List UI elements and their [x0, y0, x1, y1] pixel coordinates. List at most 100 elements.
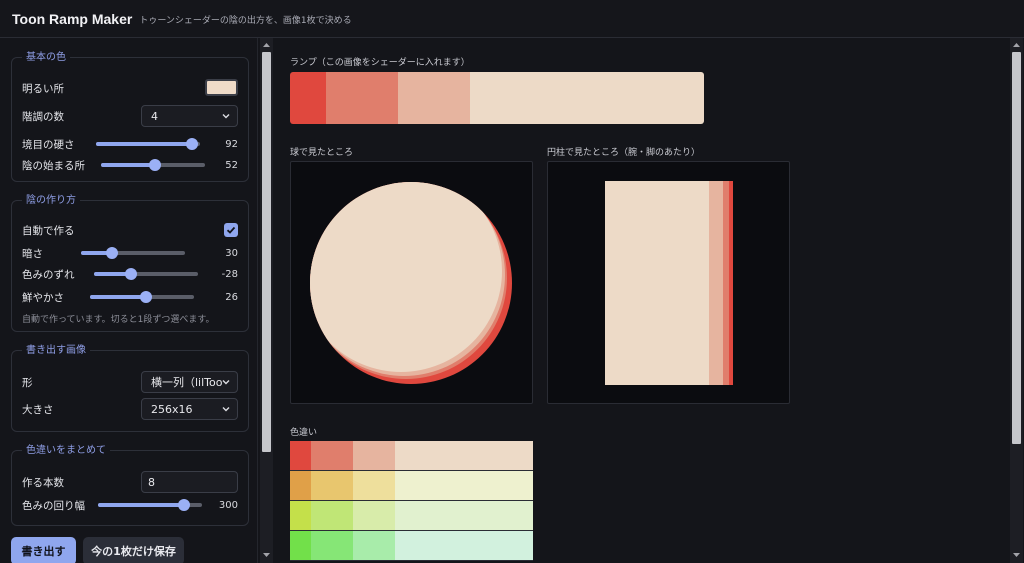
- main-preview: ランプ（この画像をシェーダーに入れます） 球で見たところ 円柱で見たところ（腕・…: [274, 38, 1010, 563]
- chevron-down-icon: [222, 380, 230, 385]
- variant-step: [395, 441, 533, 470]
- highlight-label: 明るい所: [22, 82, 64, 95]
- hue-shift-slider[interactable]: [94, 268, 198, 280]
- steps-label: 階調の数: [22, 110, 64, 123]
- cylinder-caption: 円柱で見たところ（腕・脚のあたり）: [547, 148, 701, 158]
- ramp-step: [290, 72, 326, 124]
- scroll-up-icon[interactable]: [1013, 42, 1020, 48]
- variant-row: [290, 441, 533, 471]
- hardness-label: 境目の硬さ: [22, 138, 75, 151]
- darkness-row: 暗さ 30: [22, 246, 238, 260]
- sidebar-scrollbar[interactable]: [260, 38, 273, 563]
- section-title: 書き出す画像: [22, 344, 90, 357]
- count-row: 作る本数 8: [22, 471, 238, 493]
- variant-step: [353, 501, 395, 530]
- highlight-row: 明るい所: [22, 79, 238, 96]
- ramp-preview: [290, 72, 704, 124]
- saturation-slider[interactable]: [90, 291, 194, 303]
- hue-range-value: 300: [218, 499, 238, 511]
- variant-step: [290, 501, 311, 530]
- hue-range-row: 色みの回り幅 300: [22, 498, 238, 512]
- steps-row: 階調の数 4: [22, 105, 238, 127]
- size-select[interactable]: 256x16: [141, 398, 238, 420]
- hardness-slider[interactable]: [96, 138, 200, 150]
- sphere-caption: 球で見たところ: [290, 148, 354, 158]
- variant-step: [353, 531, 395, 560]
- hue-range-slider[interactable]: [98, 499, 202, 511]
- variant-step: [290, 441, 311, 470]
- variant-step: [353, 441, 395, 470]
- darkness-value: 30: [225, 247, 238, 259]
- shadow-start-value: 52: [225, 159, 238, 171]
- ramp-step: [470, 72, 704, 124]
- hardness-value: 92: [225, 138, 238, 150]
- section-base-color: 基本の色 明るい所 階調の数 4 境目の硬さ 92 陰の始まる所 52: [11, 51, 249, 182]
- cylinder-preview: [547, 161, 790, 404]
- hue-range-label: 色みの回り幅: [22, 499, 85, 512]
- hue-shift-value: -28: [221, 268, 238, 280]
- shadow-start-row: 陰の始まる所 52: [22, 158, 238, 172]
- variant-step: [353, 471, 395, 500]
- darkness-slider[interactable]: [81, 247, 185, 259]
- variant-step: [311, 471, 353, 500]
- variant-row: [290, 471, 533, 501]
- scroll-thumb[interactable]: [262, 52, 271, 452]
- hue-shift-row: 色みのずれ -28: [22, 267, 238, 281]
- ramp-step: [326, 72, 398, 124]
- variant-row: [290, 531, 533, 561]
- darkness-label: 暗さ: [22, 247, 43, 260]
- app-subtitle: トゥーンシェーダーの陰の出方を、画像1枚で決める: [139, 16, 352, 26]
- hardness-row: 境目の硬さ 92: [22, 137, 238, 151]
- variant-step: [290, 531, 311, 560]
- variant-step: [395, 531, 533, 560]
- highlight-color-swatch[interactable]: [205, 79, 238, 96]
- auto-row: 自動で作る: [22, 223, 238, 237]
- section-shadow: 陰の作り方 自動で作る 暗さ 30 色みのずれ -28 鮮やかさ 26 自動で作…: [11, 194, 249, 332]
- main-scrollbar[interactable]: [1010, 38, 1023, 563]
- steps-select[interactable]: 4: [141, 105, 238, 127]
- scroll-down-icon[interactable]: [263, 552, 270, 558]
- saturation-row: 鮮やかさ 26: [22, 290, 238, 304]
- variant-step: [395, 501, 533, 530]
- cylinder-shading: [605, 181, 733, 385]
- auto-label: 自動で作る: [22, 224, 75, 237]
- variant-step: [290, 471, 311, 500]
- ramp-caption: ランプ（この画像をシェーダーに入れます）: [290, 58, 470, 68]
- count-label: 作る本数: [22, 476, 64, 489]
- check-icon: [226, 226, 236, 234]
- section-batch: 色違いをまとめて 作る本数 8 色みの回り幅 300: [11, 444, 249, 526]
- chevron-down-icon: [222, 114, 230, 119]
- variant-step: [311, 441, 353, 470]
- shape-label: 形: [22, 376, 33, 389]
- export-button[interactable]: 書き出す: [11, 537, 76, 563]
- variant-step: [395, 471, 533, 500]
- size-row: 大きさ 256x16: [22, 398, 238, 420]
- section-title: 基本の色: [22, 51, 70, 64]
- variant-step: [311, 531, 353, 560]
- sphere-shading: [310, 182, 512, 384]
- shadow-start-slider[interactable]: [101, 159, 205, 171]
- saturation-value: 26: [225, 291, 238, 303]
- scroll-thumb[interactable]: [1012, 52, 1021, 444]
- sphere-preview: [290, 161, 533, 404]
- section-title: 色違いをまとめて: [22, 444, 110, 457]
- app-title: Toon Ramp Maker: [12, 10, 133, 27]
- hue-shift-label: 色みのずれ: [22, 268, 75, 281]
- chevron-down-icon: [222, 407, 230, 412]
- shadow-start-label: 陰の始まる所: [22, 159, 85, 172]
- scroll-up-icon[interactable]: [263, 42, 270, 48]
- section-export: 書き出す画像 形 横一列（lilToo 大きさ 256x16: [11, 344, 249, 432]
- variant-row: [290, 501, 533, 531]
- auto-checkbox[interactable]: [224, 223, 238, 237]
- save-one-button[interactable]: 今の1枚だけ保存: [83, 537, 184, 563]
- section-title: 陰の作り方: [22, 194, 80, 207]
- sidebar: 基本の色 明るい所 階調の数 4 境目の硬さ 92 陰の始まる所 52 陰の作り…: [0, 38, 258, 563]
- count-input[interactable]: 8: [141, 471, 238, 493]
- app-header: Toon Ramp Maker トゥーンシェーダーの陰の出方を、画像1枚で決める: [0, 0, 1024, 38]
- shape-row: 形 横一列（lilToo: [22, 371, 238, 393]
- variants-caption: 色違い: [290, 428, 318, 438]
- shape-select[interactable]: 横一列（lilToo: [141, 371, 238, 393]
- auto-hint: 自動で作っています。切ると1段ずつ選べます。: [22, 315, 215, 325]
- scroll-down-icon[interactable]: [1013, 552, 1020, 558]
- size-label: 大きさ: [22, 403, 54, 416]
